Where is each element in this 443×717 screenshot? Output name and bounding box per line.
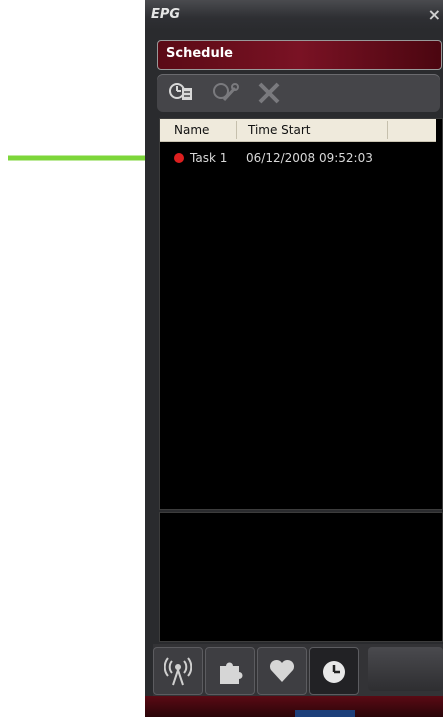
title-bar[interactable]: EPG × bbox=[145, 0, 443, 30]
bottom-bar bbox=[145, 696, 443, 717]
status-strip bbox=[295, 710, 355, 717]
details-pane bbox=[159, 512, 443, 642]
heart-icon bbox=[269, 659, 295, 682]
antenna-icon bbox=[164, 657, 192, 686]
tab-puzzle[interactable] bbox=[205, 647, 255, 695]
wrench-edit-icon[interactable] bbox=[211, 80, 239, 106]
task-time-start: 06/12/2008 09:52:03 bbox=[246, 151, 373, 165]
column-divider[interactable] bbox=[236, 121, 237, 139]
panel-title: Schedule bbox=[166, 46, 233, 61]
close-icon[interactable]: × bbox=[428, 5, 441, 24]
schedule-header: Schedule bbox=[157, 40, 442, 70]
schedule-toolbar bbox=[157, 74, 440, 112]
puzzle-icon bbox=[220, 662, 243, 684]
column-headers: Name Time Start bbox=[160, 119, 436, 142]
column-header-time-start[interactable]: Time Start bbox=[248, 119, 311, 141]
status-dot-icon bbox=[174, 153, 184, 163]
window-title: EPG bbox=[151, 7, 181, 22]
clock-icon bbox=[323, 661, 345, 683]
bottom-tab-bar bbox=[153, 644, 443, 696]
epg-window: EPG × Schedule Name Time Start Task 1 06… bbox=[145, 0, 443, 717]
tab-antenna[interactable] bbox=[153, 647, 203, 695]
table-row[interactable]: Task 1 06/12/2008 09:52:03 bbox=[160, 150, 436, 168]
close-delete-icon[interactable] bbox=[255, 80, 283, 106]
column-divider[interactable] bbox=[387, 121, 388, 139]
tab-heart[interactable] bbox=[257, 647, 307, 695]
tab-clock[interactable] bbox=[309, 647, 359, 695]
tab-bar-filler bbox=[368, 647, 443, 691]
column-header-name[interactable]: Name bbox=[174, 119, 209, 141]
task-name: Task 1 bbox=[190, 151, 228, 165]
schedule-list[interactable]: Name Time Start Task 1 06/12/2008 09:52:… bbox=[159, 118, 443, 510]
pointer-arrow bbox=[8, 149, 168, 167]
schedule-add-icon[interactable] bbox=[167, 80, 195, 106]
